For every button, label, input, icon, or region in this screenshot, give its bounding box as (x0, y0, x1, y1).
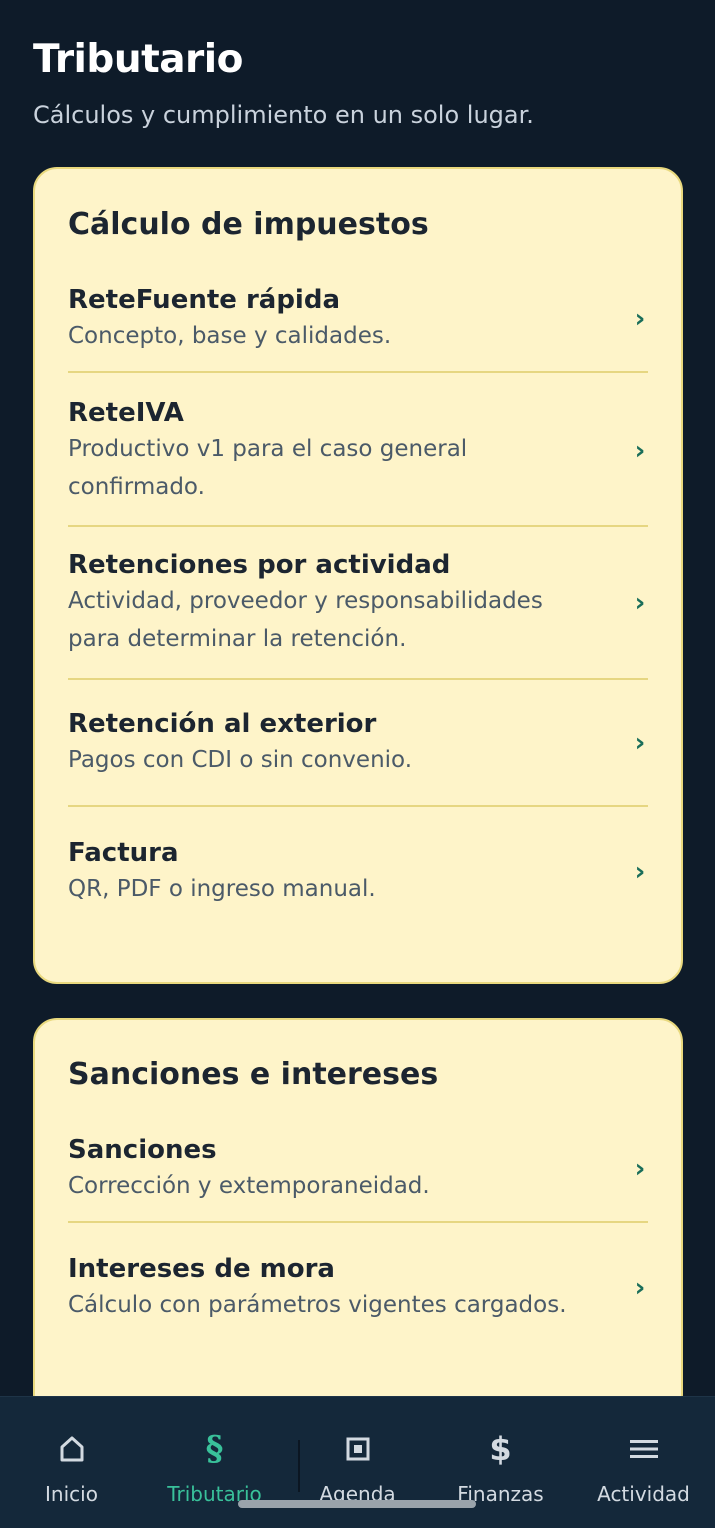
gesture-home-indicator[interactable] (238, 1500, 476, 1508)
item-description: Corrección y extemporaneidad. (68, 1173, 430, 1199)
list-item-factura[interactable]: Factura QR, PDF o ingreso manual. › (68, 807, 648, 935)
chevron-right-icon: › (634, 727, 646, 758)
list-item-reteiva[interactable]: ReteIVA Productivo v1 para el caso gener… (68, 373, 648, 527)
item-title: Retenciones por actividad (68, 549, 451, 580)
home-icon (52, 1429, 92, 1469)
item-title: Retención al exterior (68, 708, 377, 739)
section-sign-icon: § (205, 1429, 224, 1469)
tab-tributario[interactable]: § Tributario (143, 1397, 286, 1528)
item-title: ReteIVA (68, 398, 184, 428)
list-item-sanciones[interactable]: Sanciones Corrección y extemporaneidad. … (68, 1125, 648, 1223)
chevron-right-icon: › (634, 304, 646, 334)
card-title: Sanciones e intereses (68, 1057, 439, 1092)
card-calculo-impuestos: Cálculo de impuestos ReteFuente rápida C… (33, 167, 683, 984)
card-title: Cálculo de impuestos (68, 207, 429, 242)
list-item-retencion-exterior[interactable]: Retención al exterior Pagos con CDI o si… (68, 680, 648, 807)
tab-divider (298, 1440, 300, 1492)
page-subtitle: Cálculos y cumplimiento en un solo lugar… (33, 101, 534, 129)
item-title: ReteFuente rápida (68, 285, 340, 315)
item-title: Sanciones (68, 1135, 217, 1165)
tab-finanzas[interactable]: $ Finanzas (429, 1397, 572, 1528)
chevron-right-icon: › (634, 857, 646, 887)
chevron-right-icon: › (634, 1154, 646, 1184)
page-header: Tributario Cálculos y cumplimiento en un… (33, 36, 682, 130)
tab-label: Inicio (45, 1482, 98, 1506)
tributario-screen: Tributario Cálculos y cumplimiento en un… (0, 0, 715, 1528)
tab-inicio[interactable]: Inicio (0, 1397, 143, 1528)
tab-actividad[interactable]: Actividad (572, 1397, 715, 1528)
tab-label: Actividad (597, 1482, 690, 1506)
dollar-icon: $ (489, 1430, 512, 1468)
item-title: Factura (68, 838, 179, 868)
item-description: Actividad, proveedor y responsabilidades… (68, 587, 543, 652)
item-description: Pagos con CDI o sin convenio. (68, 746, 413, 773)
chevron-right-icon: › (634, 436, 646, 466)
item-description: Cálculo con parámetros vigentes cargados… (68, 1291, 567, 1318)
tab-agenda[interactable]: Agenda (286, 1397, 429, 1528)
list-item-intereses-mora[interactable]: Intereses de mora Cálculo con parámetros… (68, 1223, 648, 1352)
card-sanciones-intereses: Sanciones e intereses Sanciones Correcci… (33, 1018, 683, 1418)
page-title: Tributario (33, 37, 243, 82)
item-description: Concepto, base y calidades. (68, 323, 392, 349)
menu-icon (624, 1429, 664, 1469)
bottom-tab-bar: Inicio § Tributario Agenda $ Finanzas Ac… (0, 1396, 715, 1528)
list-item-retenciones-actividad[interactable]: Retenciones por actividad Actividad, pro… (68, 527, 648, 680)
item-title: Intereses de mora (68, 1253, 335, 1284)
item-description: Productivo v1 para el caso general confi… (68, 436, 468, 500)
chevron-right-icon: › (634, 1272, 646, 1303)
item-description: QR, PDF o ingreso manual. (68, 876, 376, 902)
chevron-right-icon: › (634, 587, 646, 618)
list-item-retefuente[interactable]: ReteFuente rápida Concepto, base y calid… (68, 275, 648, 373)
agenda-icon (338, 1429, 378, 1469)
